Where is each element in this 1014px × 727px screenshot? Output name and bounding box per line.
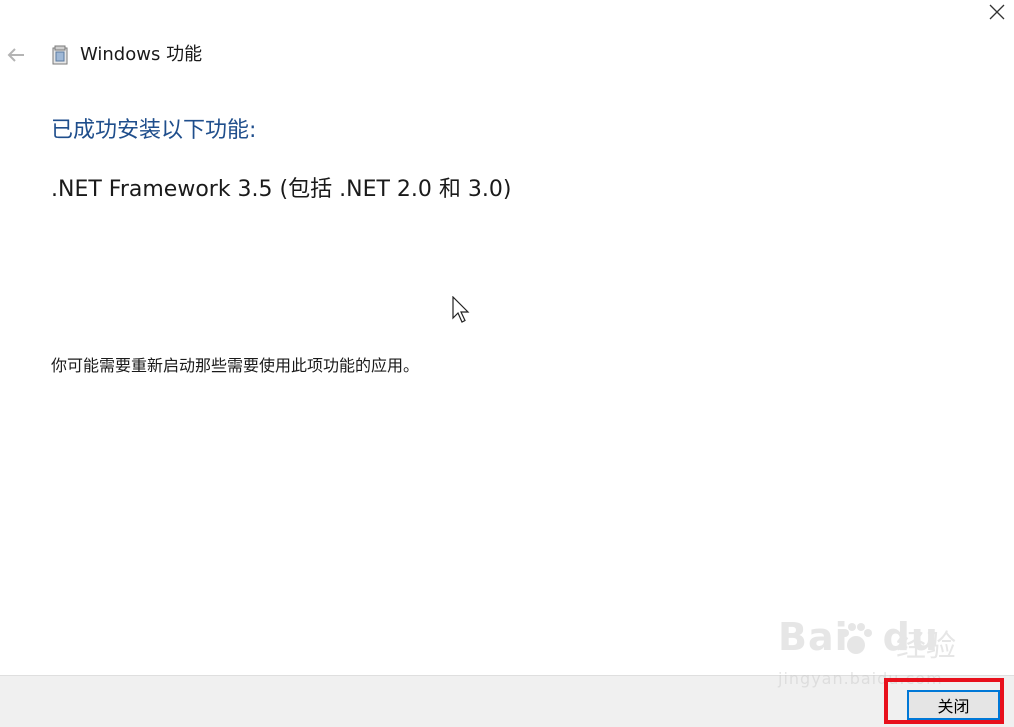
back-arrow-icon: [7, 48, 24, 62]
paw-icon: [841, 623, 872, 654]
back-button[interactable]: [4, 44, 28, 66]
watermark-cn: 经验: [896, 629, 956, 664]
success-heading: 已成功安装以下功能:: [51, 118, 257, 143]
installed-feature-name: .NET Framework 3.5 (包括 .NET 2.0 和 3.0): [51, 177, 512, 202]
close-button[interactable]: 关闭: [907, 690, 1000, 720]
window-close-button[interactable]: [980, 0, 1014, 24]
mouse-cursor-icon: [452, 295, 472, 324]
windows-features-icon: [50, 44, 70, 66]
window-title: Windows 功能: [80, 44, 203, 65]
restart-note: 你可能需要重新启动那些需要使用此项功能的应用。: [51, 356, 420, 375]
close-icon: [989, 4, 1005, 20]
